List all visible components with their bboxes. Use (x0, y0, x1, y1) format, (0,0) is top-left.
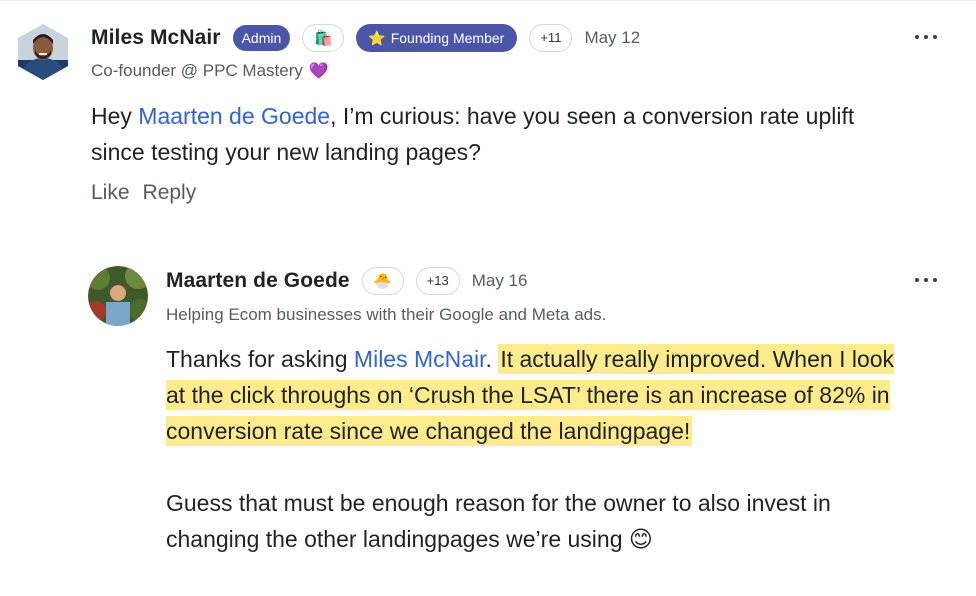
mention-link[interactable]: Maarten de Goede (138, 103, 330, 129)
author-subtitle: Co-founder @ PPC Mastery 💜 (91, 61, 329, 81)
admin-badge: Admin (232, 25, 291, 51)
mention-link[interactable]: Miles McNair (354, 346, 486, 372)
star-icon: ⭐ (368, 30, 386, 46)
body-paragraph-1: Thanks for asking Miles McNair. It actua… (166, 341, 906, 449)
body-prefix: Thanks for asking (166, 346, 354, 372)
comment-header: Miles McNair Admin 🛍️ ⭐ Founding Member … (91, 22, 640, 54)
shopping-bags-badge: 🛍️ (302, 24, 345, 52)
reply-button[interactable]: Reply (143, 181, 197, 205)
comment-body: Hey Maarten de Goede, I’m curious: have … (91, 98, 911, 170)
hatching-chick-badge: 🐣 (361, 267, 404, 295)
more-options-icon[interactable] (915, 32, 937, 42)
purple-heart-icon: 💜 (308, 63, 329, 80)
author-tagline: Co-founder @ PPC Mastery (91, 61, 303, 80)
avatar[interactable] (88, 266, 148, 326)
more-badges-count[interactable]: +13 (415, 267, 460, 295)
body-paragraph-2: Guess that must be enough reason for the… (166, 485, 906, 557)
author-name[interactable]: Miles McNair (91, 26, 221, 50)
founding-member-label: Founding Member (390, 30, 505, 46)
author-subtitle: Helping Ecom businesses with their Googl… (166, 305, 607, 324)
body-punctuation: . (485, 346, 499, 372)
top-divider (0, 0, 976, 1)
comment-date[interactable]: May 16 (472, 271, 528, 291)
body-prefix: Hey (91, 103, 139, 129)
avatar[interactable] (18, 24, 68, 80)
smiling-face-icon: 😊 (628, 526, 653, 552)
more-options-icon[interactable] (915, 275, 937, 285)
like-button[interactable]: Like (91, 181, 130, 205)
body-text: Guess that must be enough reason for the… (166, 490, 831, 552)
author-name[interactable]: Maarten de Goede (166, 269, 350, 293)
shopping-bags-icon: 🛍️ (313, 30, 333, 47)
comment-body: Thanks for asking Miles McNair. It actua… (166, 341, 906, 557)
founding-member-badge: ⭐ Founding Member (356, 24, 518, 52)
hatching-chick-icon: 🐣 (373, 273, 392, 290)
comment-header: Maarten de Goede 🐣 +13 May 16 (166, 265, 527, 297)
comment-date[interactable]: May 12 (584, 28, 640, 48)
more-badges-count[interactable]: +11 (529, 24, 573, 52)
comment-actions: Like Reply (91, 181, 196, 205)
